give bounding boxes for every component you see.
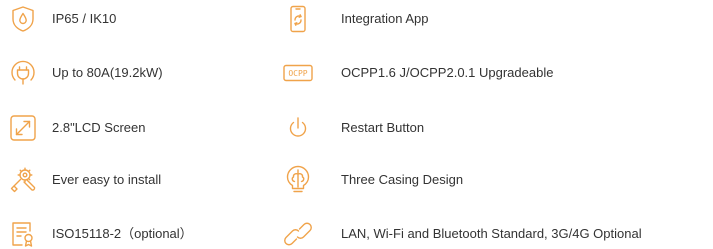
charging-plug-icon: [8, 58, 38, 88]
feature-label: IP65 / IK10: [52, 11, 117, 26]
wrench-tools-icon: [8, 165, 38, 195]
shield-drop-icon: [8, 4, 38, 34]
feature-label: LAN, Wi-Fi and Bluetooth Standard, 3G/4G…: [341, 226, 642, 241]
ocpp-badge-text: OCPP: [288, 69, 307, 78]
link-chain-icon: [283, 219, 313, 249]
lcd-screen-icon: [8, 113, 38, 143]
feature-label: 2.8"LCD Screen: [52, 120, 146, 135]
ocpp-badge-icon: OCPP: [283, 58, 313, 88]
feature-label: OCPP1.6 J/OCPP2.0.1 Upgradeable: [341, 65, 554, 80]
feature-label: Three Casing Design: [341, 172, 464, 187]
brain-lightbulb-icon: [283, 165, 313, 195]
certificate-icon: [8, 219, 38, 249]
feature-label: Up to 80A(19.2kW): [52, 65, 163, 80]
feature-grid: IP65 / IK10 Up to 80A(19.2kW) 2.8"LCD Sc…: [0, 0, 713, 249]
power-button-icon: [283, 113, 313, 143]
feature-label: ISO15118-2（optional）: [52, 226, 193, 241]
feature-label: Restart Button: [341, 120, 425, 135]
phone-app-icon: [283, 4, 313, 34]
feature-label: Integration App: [341, 11, 429, 26]
feature-label: Ever easy to install: [52, 172, 162, 187]
